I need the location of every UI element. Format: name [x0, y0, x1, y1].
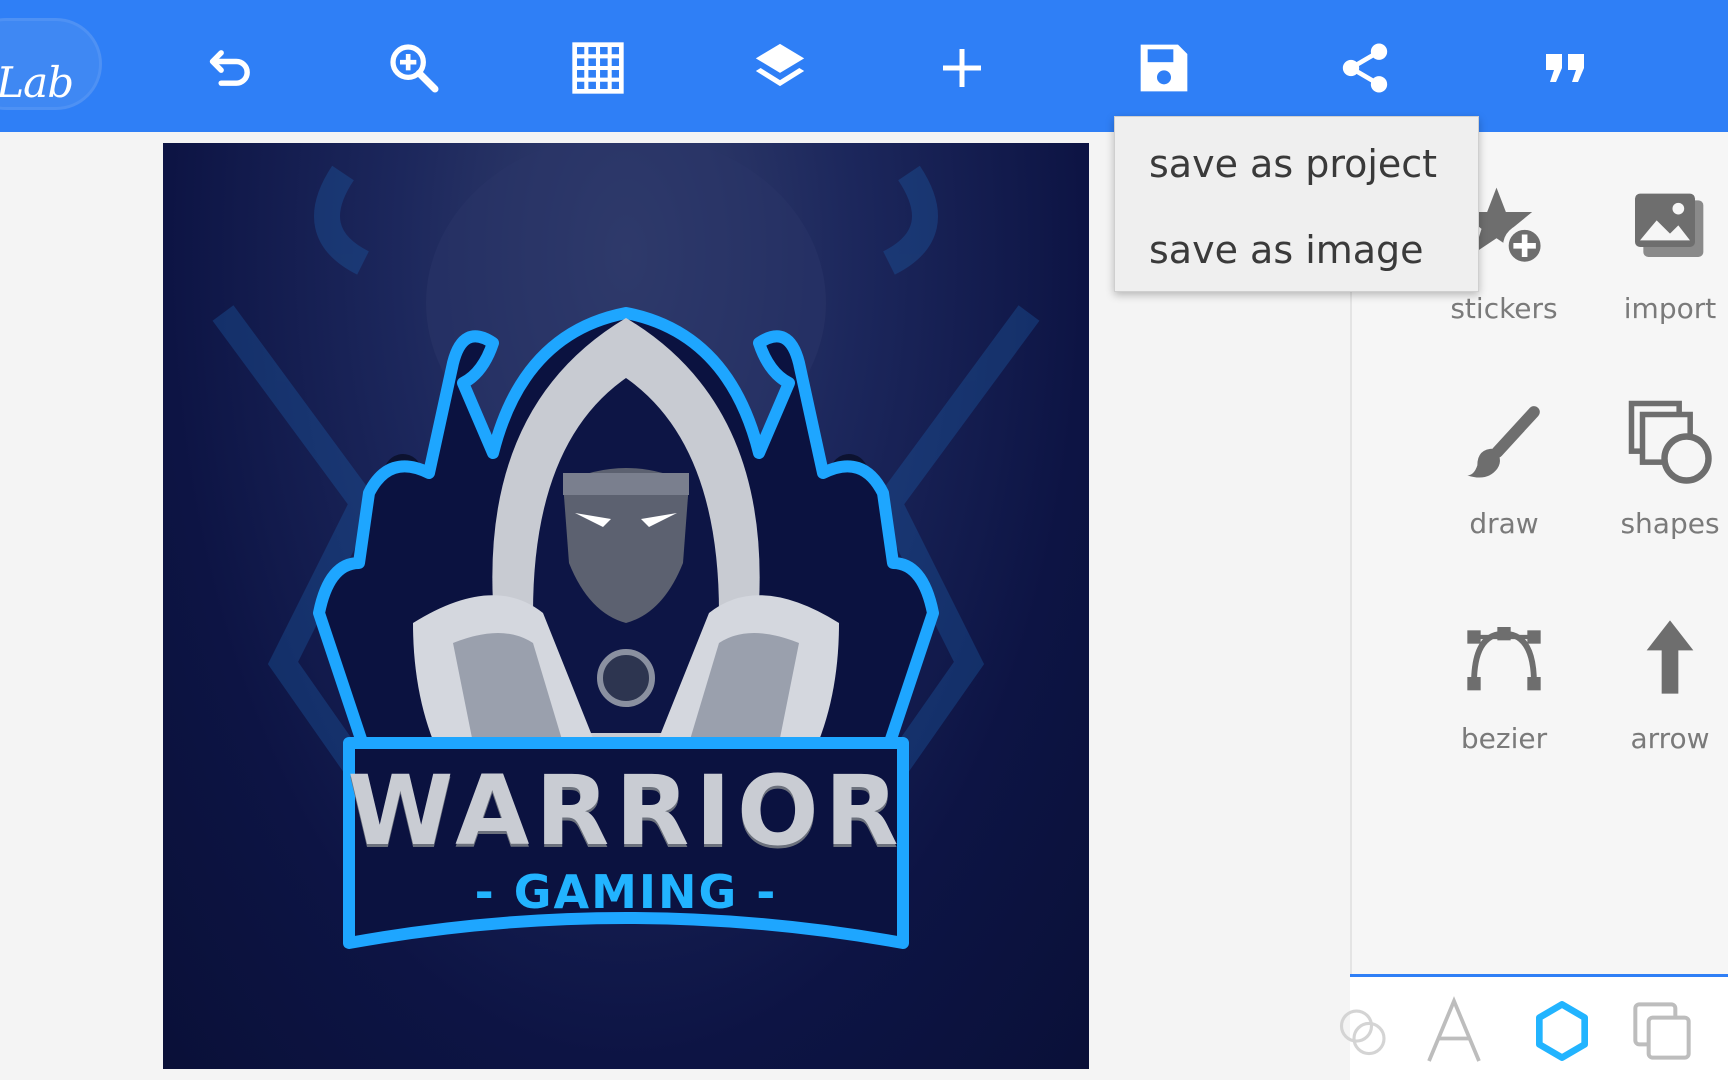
plus-icon: [943, 49, 981, 87]
undo-button[interactable]: [194, 30, 270, 106]
tool-label: import: [1623, 292, 1717, 325]
artwork-image[interactable]: WARRIOR - GAMING -: [163, 143, 1089, 1069]
image-import-icon: [1635, 193, 1704, 257]
artwork-title: WARRIOR: [347, 755, 905, 867]
circles-icon: [1339, 1009, 1386, 1056]
shapes-icon: [1628, 400, 1712, 484]
tab-shapes[interactable]: [1522, 993, 1602, 1069]
layers-icon: [755, 43, 805, 87]
grid-icon: [572, 42, 624, 94]
save-icon: [1140, 44, 1188, 92]
tool-label: draw: [1469, 507, 1539, 540]
quote-button[interactable]: [1528, 30, 1604, 106]
layers-button[interactable]: [742, 30, 818, 106]
tool-label: stickers: [1450, 292, 1558, 325]
zoom-in-icon: [390, 44, 439, 93]
bottom-tab-bar: [1339, 974, 1728, 1080]
share-button[interactable]: [1327, 30, 1403, 106]
tab-layers-copy[interactable]: [1622, 993, 1702, 1069]
bezier-icon: [1467, 627, 1541, 691]
tool-label: bezier: [1460, 722, 1548, 755]
menu-item-save-as-project[interactable]: save as project: [1115, 121, 1480, 207]
share-icon: [1342, 43, 1388, 93]
tab-text[interactable]: [1414, 993, 1494, 1069]
grid-button[interactable]: [560, 30, 636, 106]
app-logo-text: elLab: [0, 58, 74, 107]
tool-import[interactable]: import: [1590, 172, 1728, 352]
save-dropdown-menu: save as project save as image: [1114, 116, 1479, 292]
menu-item-save-as-image[interactable]: save as image: [1115, 207, 1480, 293]
text-icon: [1427, 996, 1481, 1062]
zoom-button[interactable]: [376, 30, 452, 106]
copy-layers-icon: [1633, 1002, 1691, 1060]
hexagon-icon: [1536, 1001, 1588, 1061]
tool-bezier[interactable]: bezier: [1424, 602, 1584, 782]
save-button[interactable]: [1126, 30, 1202, 106]
tool-arrow[interactable]: arrow: [1590, 602, 1728, 782]
tool-draw[interactable]: draw: [1424, 387, 1584, 567]
warrior-emblem-graphic: [212, 143, 1040, 949]
quote-icon: [1546, 54, 1584, 82]
undo-icon: [209, 50, 250, 86]
app-logo[interactable]: elLab: [0, 18, 102, 110]
tab-effects[interactable]: [1324, 993, 1404, 1069]
artwork-subtitle: - GAMING -: [474, 865, 778, 919]
tool-label: arrow: [1630, 722, 1710, 755]
tool-shapes[interactable]: shapes: [1590, 387, 1728, 567]
top-toolbar: elLab: [0, 0, 1728, 132]
arrow-up-icon: [1646, 620, 1694, 694]
brush-icon: [1467, 406, 1540, 478]
tool-label: shapes: [1620, 507, 1720, 540]
add-button[interactable]: [924, 30, 1000, 106]
